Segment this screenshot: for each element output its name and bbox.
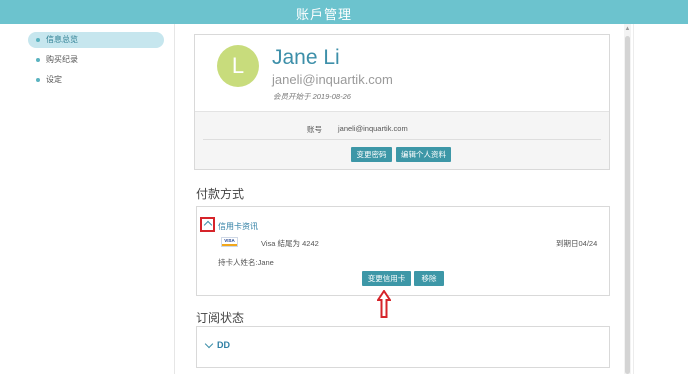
sidebar-divider [174,24,175,374]
profile-card: L Jane Li janeli@inquartik.com 会员开始于 201… [194,34,610,170]
sidebar-item-label: 购买纪录 [46,55,78,64]
sidebar: 信息总览 购买纪录 设定 [0,24,174,374]
sidebar-item-settings[interactable]: 设定 [28,72,164,88]
top-header-bar: 账戶管理 [0,0,688,24]
user-email: janeli@inquartik.com [272,72,393,87]
card-stripe [222,244,237,246]
sidebar-item-purchases[interactable]: 购买纪录 [28,52,164,68]
avatar: L [217,45,259,87]
subscription-item-toggle[interactable]: DD [217,340,230,350]
sidebar-item-overview[interactable]: 信息总览 [28,32,164,48]
credit-card-section-toggle[interactable]: 信用卡资讯 [218,221,258,232]
subscription-card: DD [196,326,610,368]
profile-header: L Jane Li janeli@inquartik.com 会员开始于 201… [195,35,609,111]
change-card-button[interactable]: 变更信用卡 [362,271,411,286]
sidebar-item-label: 信息总览 [46,35,78,44]
card-number: Visa 結尾为 4242 [261,239,319,248]
user-name: Jane Li [272,46,340,69]
page-title: 账戶管理 [295,7,352,22]
bullet-icon [36,38,40,42]
card-expiry: 到期日04/24 [556,239,598,248]
scroll-up-arrow-icon[interactable]: ▲ [624,26,631,32]
visa-card-icon: VISA [221,237,238,247]
bullet-icon [36,58,40,62]
chevron-down-icon[interactable] [204,339,214,349]
main-content: L Jane Li janeli@inquartik.com 会员开始于 201… [186,24,626,374]
right-panel [633,24,688,374]
payment-card: 信用卡资讯 VISA Visa 結尾为 4242 到期日04/24 持卡人姓名:… [196,206,610,296]
account-label: 账号 [307,125,322,134]
account-value: janeli@inquartik.com [338,124,408,133]
subscription-section-title: 订阅状态 [196,311,245,325]
scrollbar-thumb[interactable] [625,36,630,374]
change-password-button[interactable]: 变更密码 [351,147,392,162]
profile-details: 账号 janeli@inquartik.com 变更密码 编辑个人资料 [195,111,609,169]
payment-section-title: 付款方式 [196,187,245,201]
card-holder: 持卡人姓名:Jane [218,258,274,267]
red-arrow-up-icon [377,290,391,318]
divider [203,139,601,140]
bullet-icon [36,78,40,82]
edit-profile-button[interactable]: 编辑个人资料 [396,147,451,162]
remove-card-button[interactable]: 移除 [414,271,444,286]
sidebar-item-label: 设定 [46,75,62,84]
card-brand-label: VISA [224,238,235,243]
member-since: 会员开始于 2019-08-26 [273,92,351,101]
